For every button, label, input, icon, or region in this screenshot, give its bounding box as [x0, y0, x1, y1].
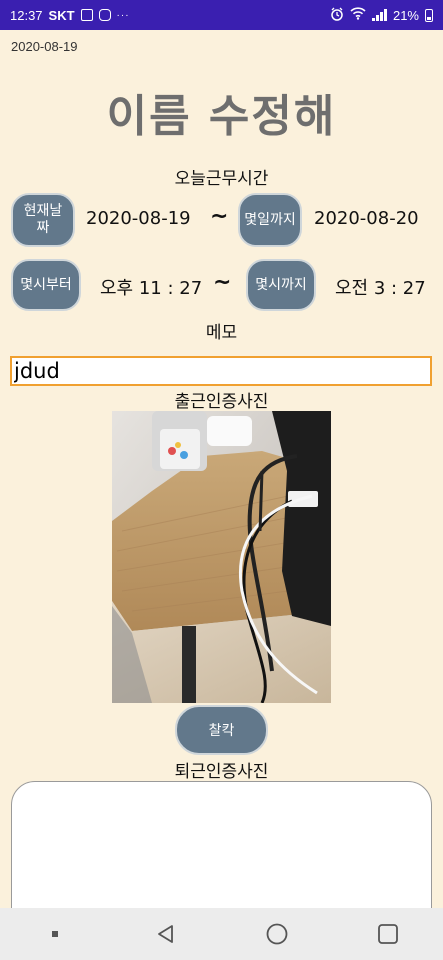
status-carrier: SKT — [48, 7, 75, 23]
check-in-photo-label: 출근인증사진 — [174, 392, 269, 412]
date-separator: ~ — [210, 204, 229, 229]
memo-input[interactable] — [10, 356, 432, 386]
end-date-value: 2020-08-20 — [314, 208, 419, 229]
end-date-button[interactable]: 몇일까지 — [238, 193, 302, 247]
snap-button[interactable]: 찰칵 — [175, 705, 268, 755]
navigation-bar — [0, 908, 443, 960]
overview-icon — [377, 924, 398, 944]
wifi-icon — [350, 7, 366, 23]
current-date-button[interactable]: 현재날짜 — [11, 193, 75, 247]
end-time-value: 오전 3 : 27 — [335, 278, 426, 299]
messenger-icon — [98, 9, 111, 21]
start-date-value: 2020-08-19 — [86, 208, 191, 229]
page-title: 이름 수정해 — [106, 91, 337, 142]
alarm-icon — [330, 7, 344, 24]
overview-button[interactable] — [358, 914, 418, 954]
start-time-button-label: 몇시부터 — [20, 276, 72, 293]
status-time: 12:37 — [10, 7, 43, 23]
battery-icon — [425, 8, 433, 22]
end-time-button-label: 몇시까지 — [255, 276, 307, 293]
current-date: 2020-08-19 — [11, 39, 78, 54]
home-icon — [266, 923, 288, 945]
time-separator: ~ — [213, 270, 232, 295]
end-time-button[interactable]: 몇시까지 — [246, 259, 316, 311]
current-date-button-label: 현재날짜 — [23, 203, 63, 236]
back-button[interactable] — [136, 914, 196, 954]
start-time-button[interactable]: 몇시부터 — [11, 259, 81, 311]
end-date-button-label: 몇일까지 — [244, 211, 296, 228]
memo-label: 메모 — [205, 323, 238, 343]
picture-icon — [80, 9, 93, 21]
home-button[interactable] — [247, 914, 307, 954]
recent-apps-button[interactable] — [25, 914, 85, 954]
status-bar: 12:37 SKT ··· 21% — [0, 0, 443, 30]
signal-icon — [371, 9, 387, 21]
snap-button-label: 찰칵 — [208, 723, 235, 739]
check-out-photo-label: 퇴근인증사진 — [174, 762, 269, 782]
work-hours-label: 오늘근무시간 — [174, 169, 269, 189]
start-time-value: 오후 11 : 27 — [100, 278, 203, 299]
overflow-indicator: ··· — [116, 9, 130, 21]
check-in-photo — [112, 411, 331, 703]
back-icon — [158, 925, 174, 943]
dot-icon — [52, 931, 59, 937]
battery-percent: 21% — [392, 7, 419, 23]
